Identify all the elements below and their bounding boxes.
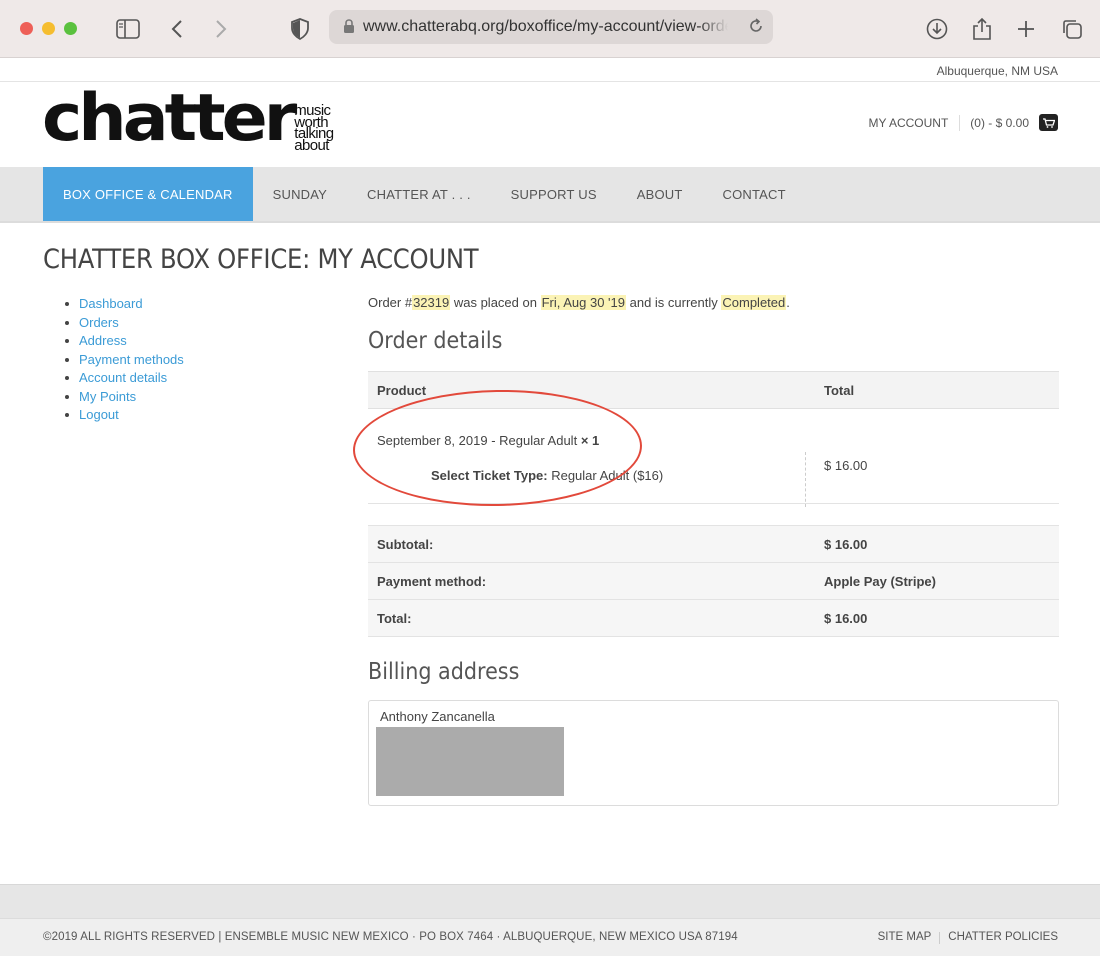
window-controls — [20, 22, 77, 35]
site-map-link[interactable]: SITE MAP — [878, 931, 932, 944]
column-header-total: Total — [824, 382, 855, 398]
subtotal-label: Subtotal: — [377, 536, 434, 552]
order-content: Order #32319 was placed on Fri, Aug 30 '… — [368, 295, 1059, 806]
address-bar[interactable]: www.chatterabq.org/boxoffice/my-account/… — [329, 10, 773, 44]
page-title: CHATTER BOX OFFICE: MY ACCOUNT — [43, 244, 479, 275]
url-text: www.chatterabq.org/boxoffice/my-account/… — [363, 18, 728, 35]
close-window-button[interactable] — [20, 22, 33, 35]
location-text: Albuquerque, NM USA — [936, 64, 1058, 78]
table-spacer — [368, 504, 1059, 526]
zoom-window-button[interactable] — [64, 22, 77, 35]
billing-name: Anthony Zancanella — [380, 709, 495, 724]
share-icon[interactable] — [967, 14, 997, 44]
new-tab-icon[interactable] — [1011, 14, 1041, 44]
lock-icon — [344, 19, 354, 33]
downloads-icon[interactable] — [922, 14, 952, 44]
total-label: Total: — [377, 610, 412, 626]
nav-item-support-us[interactable]: SUPPORT US — [491, 167, 617, 221]
payment-method-value: Apple Pay (Stripe) — [824, 573, 936, 589]
cart-icon[interactable] — [1039, 114, 1058, 131]
chatter-logo[interactable]: chatter music worth talking about — [42, 80, 334, 157]
nav-item-sunday[interactable]: SUNDAY — [253, 167, 347, 221]
tab-overview-icon[interactable] — [1057, 14, 1087, 44]
back-icon[interactable] — [162, 14, 192, 44]
order-date: Fri, Aug 30 '19 — [540, 295, 626, 310]
order-summary-line: Order #32319 was placed on Fri, Aug 30 '… — [368, 295, 790, 310]
logo-wordmark: chatter — [42, 80, 297, 157]
total-value: $ 16.00 — [824, 610, 868, 626]
logo-tagline: music worth talking about — [294, 102, 334, 154]
forward-icon[interactable] — [206, 14, 236, 44]
order-number: 32319 — [412, 295, 451, 310]
total-row: Total: $ 16.00 — [368, 599, 1059, 637]
subtotal-row: Subtotal: $ 16.00 — [368, 525, 1059, 563]
product-total: $ 16.00 — [824, 458, 868, 473]
sidebar-item-address[interactable]: Address — [65, 332, 184, 351]
sidebar-item-my-points[interactable]: My Points — [65, 388, 184, 407]
subtotal-value: $ 16.00 — [824, 536, 868, 552]
account-links: MY ACCOUNT (0) - $ 0.00 — [869, 114, 1058, 131]
billing-address-heading: Billing address — [368, 659, 520, 685]
footer-band — [0, 884, 1100, 918]
nav-item-box-office[interactable]: BOX OFFICE & CALENDAR — [43, 167, 253, 221]
site-header: chatter music worth talking about MY ACC… — [0, 82, 1100, 167]
sidebar-item-payment-methods[interactable]: Payment methods — [65, 351, 184, 370]
chatter-policies-link[interactable]: CHATTER POLICIES — [948, 931, 1058, 944]
sidebar-toggle-icon[interactable] — [113, 14, 143, 44]
browser-toolbar: www.chatterabq.org/boxoffice/my-account/… — [0, 0, 1100, 58]
footer-links: SITE MAP CHATTER POLICIES — [878, 931, 1058, 944]
nav-item-contact[interactable]: CONTACT — [703, 167, 806, 221]
account-navigation: Dashboard Orders Address Payment methods… — [65, 295, 184, 425]
nav-item-chatter-at[interactable]: CHATTER AT . . . — [347, 167, 491, 221]
divider — [939, 932, 941, 944]
redacted-address-block — [376, 727, 564, 796]
cell-divider — [805, 452, 806, 507]
sidebar-item-dashboard[interactable]: Dashboard — [65, 295, 184, 314]
nav-item-about[interactable]: ABOUT — [617, 167, 703, 221]
order-details-heading: Order details — [368, 328, 503, 354]
cart-summary-link[interactable]: (0) - $ 0.00 — [970, 116, 1029, 130]
divider — [959, 114, 961, 131]
billing-address-box: Anthony Zancanella — [368, 700, 1059, 806]
payment-method-label: Payment method: — [377, 573, 487, 589]
my-account-link[interactable]: MY ACCOUNT — [869, 116, 949, 130]
sidebar-item-orders[interactable]: Orders — [65, 314, 184, 333]
privacy-shield-icon[interactable] — [285, 14, 315, 44]
payment-method-row: Payment method: Apple Pay (Stripe) — [368, 562, 1059, 600]
site-footer: ©2019 ALL RIGHTS RESERVED | ENSEMBLE MUS… — [0, 918, 1100, 956]
copyright-text: ©2019 ALL RIGHTS RESERVED | ENSEMBLE MUS… — [43, 931, 738, 943]
reload-icon[interactable] — [747, 17, 765, 35]
location-bar: Albuquerque, NM USA — [0, 58, 1100, 82]
sidebar-item-account-details[interactable]: Account details — [65, 369, 184, 388]
main-nav: BOX OFFICE & CALENDAR SUNDAY CHATTER AT … — [0, 167, 1100, 223]
sidebar-item-logout[interactable]: Logout — [65, 406, 184, 425]
order-status: Completed — [721, 295, 787, 310]
minimize-window-button[interactable] — [42, 22, 55, 35]
